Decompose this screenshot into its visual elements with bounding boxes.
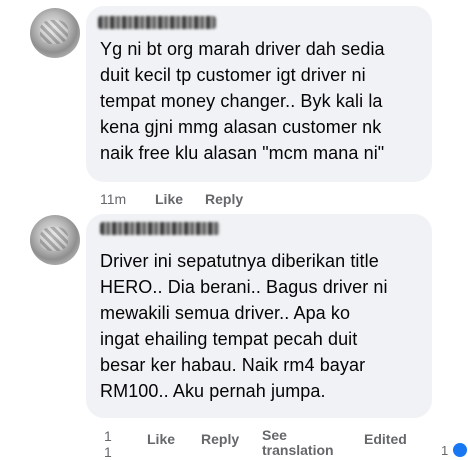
reply-button[interactable]: Reply [205,191,243,207]
comment-text: Yg ni bt org marah driver dah sedia duit… [100,39,385,163]
reply-button[interactable]: Reply [201,431,239,447]
comment-text: Driver ini sepatutnya diberikan title HE… [100,251,388,401]
commenter-name-blurred[interactable] [98,16,216,29]
commenter-avatar[interactable] [30,215,80,265]
commenter-name-blurred[interactable] [100,222,220,235]
commenter-avatar[interactable] [30,8,80,58]
edited-label: Edited [364,431,407,447]
comment-timestamp[interactable]: 11m [100,191,126,207]
reaction-count: 1 [441,443,449,458]
see-translation-link[interactable]: See translation [262,428,334,458]
comment-bubble: Yg ni bt org marah driver dah sedia duit… [86,6,432,182]
like-button[interactable]: Like [155,191,183,207]
like-reaction-icon[interactable] [451,441,468,459]
comment-timestamp[interactable]: 1 1 [104,428,112,460]
comment-bubble: Driver ini sepatutnya diberikan title HE… [86,214,432,418]
like-button[interactable]: Like [147,431,175,447]
